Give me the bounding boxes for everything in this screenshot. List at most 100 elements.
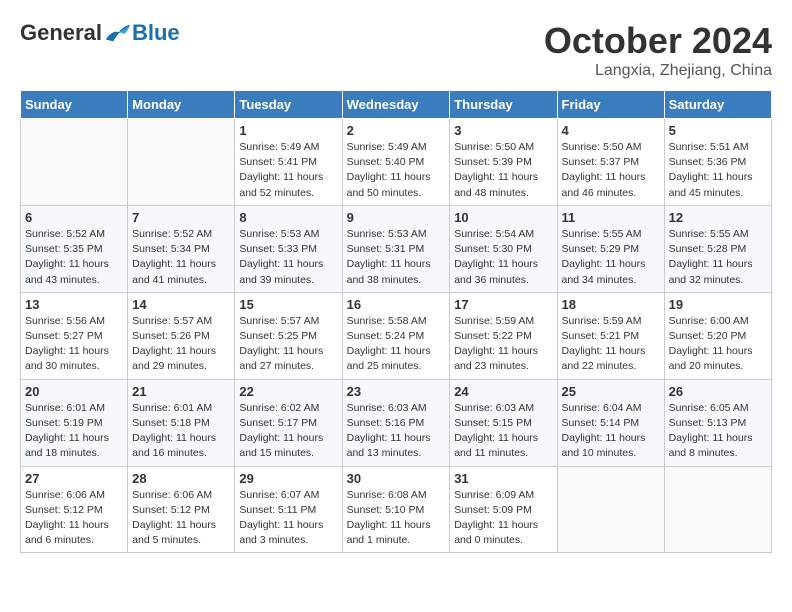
day-info: Sunrise: 5:52 AMSunset: 5:34 PMDaylight:…	[132, 227, 230, 288]
calendar-cell: 17 Sunrise: 5:59 AMSunset: 5:22 PMDayligh…	[450, 292, 557, 379]
day-number: 11	[562, 210, 660, 225]
day-number: 18	[562, 297, 660, 312]
logo-blue: Blue	[132, 20, 180, 46]
calendar-cell: 22 Sunrise: 6:02 AMSunset: 5:17 PMDayligh…	[235, 379, 342, 466]
day-number: 6	[25, 210, 123, 225]
day-info: Sunrise: 5:57 AMSunset: 5:25 PMDaylight:…	[239, 314, 337, 375]
calendar-cell: 10Sunrise: 5:54 AMSunset: 5:30 PMDayligh…	[450, 205, 557, 292]
day-number: 23	[347, 384, 446, 399]
day-info: Sunrise: 5:49 AMSunset: 5:40 PMDaylight:…	[347, 140, 446, 201]
day-number: 7	[132, 210, 230, 225]
day-number: 15	[239, 297, 337, 312]
day-number: 8	[239, 210, 337, 225]
calendar-cell: 23 Sunrise: 6:03 AMSunset: 5:16 PMDayligh…	[342, 379, 450, 466]
day-number: 5	[669, 123, 767, 138]
calendar-cell: 5 Sunrise: 5:51 AMSunset: 5:36 PMDaylight…	[664, 119, 771, 206]
weekday-header: Sunday	[21, 91, 128, 119]
calendar-week-row: 1 Sunrise: 5:49 AMSunset: 5:41 PMDaylight…	[21, 119, 772, 206]
calendar-cell: 14 Sunrise: 5:57 AMSunset: 5:26 PMDayligh…	[128, 292, 235, 379]
calendar-week-row: 27Sunrise: 6:06 AMSunset: 5:12 PMDayligh…	[21, 466, 772, 553]
calendar-cell: 26 Sunrise: 6:05 AMSunset: 5:13 PMDayligh…	[664, 379, 771, 466]
day-info: Sunrise: 6:06 AMSunset: 5:12 PMDaylight:…	[132, 488, 230, 549]
day-info: Sunrise: 6:06 AMSunset: 5:12 PMDaylight:…	[25, 488, 123, 549]
day-number: 25	[562, 384, 660, 399]
day-info: Sunrise: 5:57 AMSunset: 5:26 PMDaylight:…	[132, 314, 230, 375]
calendar-cell: 20 Sunrise: 6:01 AMSunset: 5:19 PMDayligh…	[21, 379, 128, 466]
weekday-header: Wednesday	[342, 91, 450, 119]
day-number: 14	[132, 297, 230, 312]
day-number: 22	[239, 384, 337, 399]
day-number: 20	[25, 384, 123, 399]
day-info: Sunrise: 5:51 AMSunset: 5:36 PMDaylight:…	[669, 140, 767, 201]
day-info: Sunrise: 5:55 AMSunset: 5:28 PMDaylight:…	[669, 227, 767, 288]
title-block: October 2024 Langxia, Zhejiang, China	[544, 20, 772, 80]
day-number: 12	[669, 210, 767, 225]
day-info: Sunrise: 6:00 AMSunset: 5:20 PMDaylight:…	[669, 314, 767, 375]
day-number: 19	[669, 297, 767, 312]
day-info: Sunrise: 5:50 AMSunset: 5:39 PMDaylight:…	[454, 140, 552, 201]
day-number: 30	[347, 471, 446, 486]
day-number: 9	[347, 210, 446, 225]
day-info: Sunrise: 5:55 AMSunset: 5:29 PMDaylight:…	[562, 227, 660, 288]
weekday-header: Monday	[128, 91, 235, 119]
day-info: Sunrise: 6:07 AMSunset: 5:11 PMDaylight:…	[239, 488, 337, 549]
calendar-table: SundayMondayTuesdayWednesdayThursdayFrid…	[20, 90, 772, 553]
day-info: Sunrise: 6:05 AMSunset: 5:13 PMDaylight:…	[669, 401, 767, 462]
calendar-cell: 18Sunrise: 5:59 AMSunset: 5:21 PMDayligh…	[557, 292, 664, 379]
calendar-cell: 29Sunrise: 6:07 AMSunset: 5:11 PMDayligh…	[235, 466, 342, 553]
calendar-cell: 16 Sunrise: 5:58 AMSunset: 5:24 PMDayligh…	[342, 292, 450, 379]
day-info: Sunrise: 5:53 AMSunset: 5:33 PMDaylight:…	[239, 227, 337, 288]
calendar-cell: 30Sunrise: 6:08 AMSunset: 5:10 PMDayligh…	[342, 466, 450, 553]
calendar-cell: 9 Sunrise: 5:53 AMSunset: 5:31 PMDaylight…	[342, 205, 450, 292]
calendar-cell	[128, 119, 235, 206]
day-info: Sunrise: 6:02 AMSunset: 5:17 PMDaylight:…	[239, 401, 337, 462]
day-info: Sunrise: 5:59 AMSunset: 5:22 PMDaylight:…	[454, 314, 552, 375]
day-number: 28	[132, 471, 230, 486]
calendar-cell	[664, 466, 771, 553]
calendar-cell: 7 Sunrise: 5:52 AMSunset: 5:34 PMDaylight…	[128, 205, 235, 292]
logo-general: General	[20, 20, 102, 46]
day-info: Sunrise: 5:56 AMSunset: 5:27 PMDaylight:…	[25, 314, 123, 375]
calendar-cell: 24Sunrise: 6:03 AMSunset: 5:15 PMDayligh…	[450, 379, 557, 466]
day-info: Sunrise: 6:04 AMSunset: 5:14 PMDaylight:…	[562, 401, 660, 462]
day-info: Sunrise: 5:53 AMSunset: 5:31 PMDaylight:…	[347, 227, 446, 288]
day-info: Sunrise: 6:01 AMSunset: 5:18 PMDaylight:…	[132, 401, 230, 462]
calendar-cell: 11 Sunrise: 5:55 AMSunset: 5:29 PMDayligh…	[557, 205, 664, 292]
calendar-cell: 4 Sunrise: 5:50 AMSunset: 5:37 PMDaylight…	[557, 119, 664, 206]
calendar-week-row: 13Sunrise: 5:56 AMSunset: 5:27 PMDayligh…	[21, 292, 772, 379]
weekday-header: Tuesday	[235, 91, 342, 119]
day-number: 17	[454, 297, 552, 312]
day-info: Sunrise: 6:09 AMSunset: 5:09 PMDaylight:…	[454, 488, 552, 549]
weekday-header: Saturday	[664, 91, 771, 119]
calendar-cell: 27Sunrise: 6:06 AMSunset: 5:12 PMDayligh…	[21, 466, 128, 553]
day-number: 21	[132, 384, 230, 399]
calendar-cell: 25 Sunrise: 6:04 AMSunset: 5:14 PMDayligh…	[557, 379, 664, 466]
day-number: 26	[669, 384, 767, 399]
calendar-cell: 1 Sunrise: 5:49 AMSunset: 5:41 PMDaylight…	[235, 119, 342, 206]
calendar-cell: 8 Sunrise: 5:53 AMSunset: 5:33 PMDaylight…	[235, 205, 342, 292]
day-number: 2	[347, 123, 446, 138]
day-info: Sunrise: 5:58 AMSunset: 5:24 PMDaylight:…	[347, 314, 446, 375]
calendar-cell: 6Sunrise: 5:52 AMSunset: 5:35 PMDaylight…	[21, 205, 128, 292]
calendar-cell	[557, 466, 664, 553]
day-number: 3	[454, 123, 552, 138]
day-info: Sunrise: 5:49 AMSunset: 5:41 PMDaylight:…	[239, 140, 337, 201]
calendar-week-row: 6Sunrise: 5:52 AMSunset: 5:35 PMDaylight…	[21, 205, 772, 292]
calendar-cell: 19 Sunrise: 6:00 AMSunset: 5:20 PMDayligh…	[664, 292, 771, 379]
calendar-cell: 12 Sunrise: 5:55 AMSunset: 5:28 PMDayligh…	[664, 205, 771, 292]
calendar-cell: 2 Sunrise: 5:49 AMSunset: 5:40 PMDaylight…	[342, 119, 450, 206]
page-header: General Blue October 2024 Langxia, Zheji…	[20, 20, 772, 80]
calendar-cell: 15 Sunrise: 5:57 AMSunset: 5:25 PMDayligh…	[235, 292, 342, 379]
day-info: Sunrise: 6:03 AMSunset: 5:16 PMDaylight:…	[347, 401, 446, 462]
location: Langxia, Zhejiang, China	[544, 62, 772, 80]
day-info: Sunrise: 5:50 AMSunset: 5:37 PMDaylight:…	[562, 140, 660, 201]
logo: General Blue	[20, 20, 180, 46]
weekday-header: Thursday	[450, 91, 557, 119]
calendar-cell: 21 Sunrise: 6:01 AMSunset: 5:18 PMDayligh…	[128, 379, 235, 466]
calendar-week-row: 20 Sunrise: 6:01 AMSunset: 5:19 PMDayligh…	[21, 379, 772, 466]
month-title: October 2024	[544, 20, 772, 62]
day-number: 1	[239, 123, 337, 138]
day-number: 4	[562, 123, 660, 138]
day-number: 16	[347, 297, 446, 312]
day-info: Sunrise: 6:01 AMSunset: 5:19 PMDaylight:…	[25, 401, 123, 462]
